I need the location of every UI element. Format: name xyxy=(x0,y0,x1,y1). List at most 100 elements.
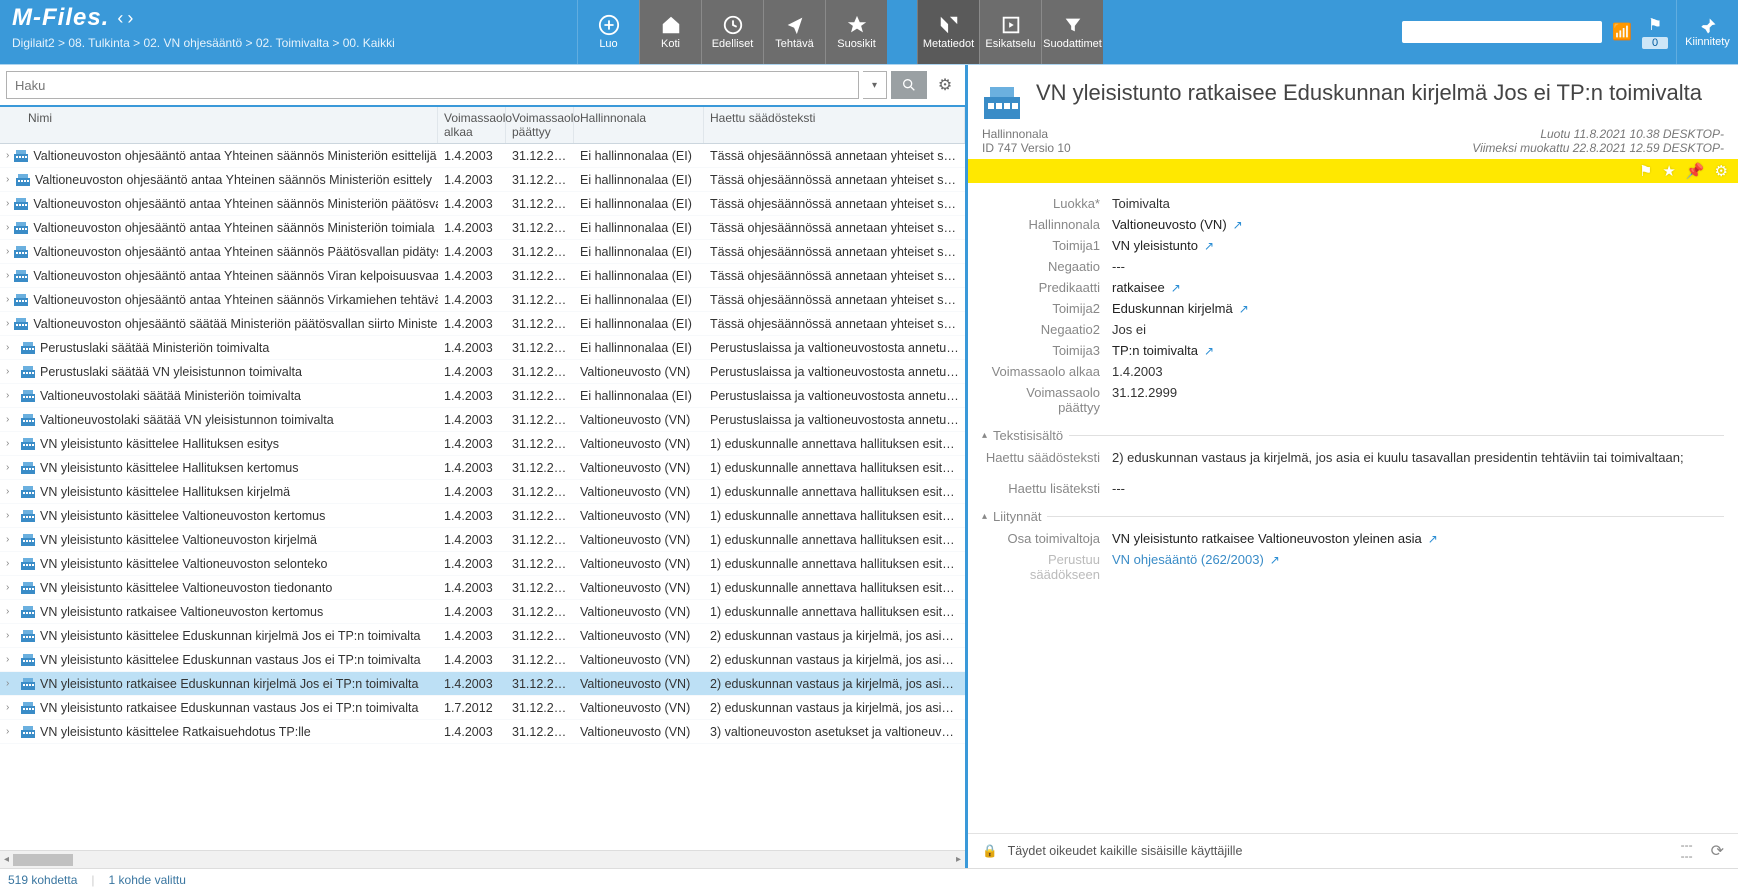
table-row[interactable]: ›VN yleisistunto ratkaisee Eduskunnan ki… xyxy=(0,672,965,696)
expand-icon[interactable]: › xyxy=(6,726,16,737)
value-toimija1[interactable]: VN yleisistunto xyxy=(1112,238,1198,253)
collapse-icon[interactable]: ▴ xyxy=(982,511,987,522)
table-row[interactable]: ›Valtioneuvoston ohjesääntö antaa Yhtein… xyxy=(0,240,965,264)
expand-icon[interactable]: › xyxy=(6,678,16,689)
table-row[interactable]: ›Valtioneuvoston ohjesääntö antaa Yhtein… xyxy=(0,264,965,288)
expand-icon[interactable]: › xyxy=(6,366,16,377)
home-button[interactable]: Koti xyxy=(639,0,701,64)
table-row[interactable]: ›Valtioneuvoston ohjesääntö antaa Yhtein… xyxy=(0,192,965,216)
open-icon[interactable]: ↗ xyxy=(1428,532,1438,546)
nav-forward-icon[interactable]: › xyxy=(127,8,133,29)
flag-icon[interactable]: ⚑ xyxy=(1648,15,1662,35)
value-toimija3[interactable]: TP:n toimivalta xyxy=(1112,343,1198,358)
table-row[interactable]: ›VN yleisistunto ratkaisee Valtioneuvost… xyxy=(0,600,965,624)
pinned-button[interactable]: Kiinnitety xyxy=(1676,0,1738,64)
expand-icon[interactable]: › xyxy=(6,654,16,665)
breadcrumb-item[interactable]: 02. VN ohjesääntö xyxy=(143,36,242,50)
search-button[interactable] xyxy=(891,71,927,99)
value-hallinnonala[interactable]: Valtioneuvosto (VN) xyxy=(1112,217,1227,232)
table-row[interactable]: ›Perustuslaki säätää VN yleisistunnon to… xyxy=(0,360,965,384)
filters-tab[interactable]: Suodattimet xyxy=(1041,0,1103,64)
nav-back-icon[interactable]: ‹ xyxy=(117,8,123,29)
breadcrumb-item[interactable]: 00. Kaikki xyxy=(343,36,395,50)
table-row[interactable]: ›Perustuslaki säätää Ministeriön toimiva… xyxy=(0,336,965,360)
expand-icon[interactable]: › xyxy=(6,510,16,521)
col-voimassa-paattyy[interactable]: Voimassaolo päättyy xyxy=(506,107,574,143)
open-icon[interactable]: ↗ xyxy=(1204,344,1214,358)
pin-action-icon[interactable]: 📌 xyxy=(1686,162,1705,180)
table-row[interactable]: ›Valtioneuvostolaki säätää VN yleisistun… xyxy=(0,408,965,432)
col-haettu[interactable]: Haettu säädösteksti xyxy=(704,107,965,143)
table-row[interactable]: ›VN yleisistunto käsittelee Valtioneuvos… xyxy=(0,552,965,576)
preview-tab[interactable]: Esikatselu xyxy=(979,0,1041,64)
table-row[interactable]: ›Valtioneuvoston ohjesääntö säätää Minis… xyxy=(0,312,965,336)
expand-icon[interactable]: › xyxy=(6,486,16,497)
col-name[interactable]: Nimi xyxy=(0,107,438,143)
table-row[interactable]: ›VN yleisistunto käsittelee Hallituksen … xyxy=(0,456,965,480)
breadcrumb-item[interactable]: 02. Toimivalta xyxy=(256,36,329,50)
table-row[interactable]: ›Valtioneuvoston ohjesääntö antaa Yhtein… xyxy=(0,144,965,168)
table-row[interactable]: ›Valtioneuvoston ohjesääntö antaa Yhtein… xyxy=(0,168,965,192)
signal-icon[interactable]: 📶 xyxy=(1612,22,1632,42)
table-row[interactable]: ›VN yleisistunto käsittelee Eduskunnan k… xyxy=(0,624,965,648)
expand-icon[interactable]: › xyxy=(6,150,9,161)
expand-icon[interactable]: › xyxy=(6,222,9,233)
metadata-tab[interactable]: Metatiedot xyxy=(917,0,979,64)
value-toimija2[interactable]: Eduskunnan kirjelmä xyxy=(1112,301,1233,316)
expand-icon[interactable]: › xyxy=(6,174,11,185)
breadcrumb-item[interactable]: 08. Tulkinta xyxy=(68,36,129,50)
search-input[interactable] xyxy=(6,71,859,99)
expand-icon[interactable]: › xyxy=(6,438,16,449)
breadcrumb-item[interactable]: Digilait2 xyxy=(12,36,55,50)
open-icon[interactable]: ↗ xyxy=(1233,218,1243,232)
table-row[interactable]: ›Valtioneuvoston ohjesääntö antaa Yhtein… xyxy=(0,288,965,312)
expand-icon[interactable]: › xyxy=(6,246,9,257)
search-dropdown[interactable]: ▾ xyxy=(863,71,887,99)
table-row[interactable]: ›VN yleisistunto käsittelee Hallituksen … xyxy=(0,432,965,456)
open-icon[interactable]: ↗ xyxy=(1171,281,1181,295)
expand-icon[interactable]: › xyxy=(6,342,16,353)
table-row[interactable]: ›Valtioneuvoston ohjesääntö antaa Yhtein… xyxy=(0,216,965,240)
col-voimassa-alkaa[interactable]: Voimassaolo alkaa xyxy=(438,107,506,143)
col-hallinnonala[interactable]: Hallinnonala xyxy=(574,107,704,143)
create-button[interactable]: Luo xyxy=(577,0,639,64)
table-row[interactable]: ›VN yleisistunto käsittelee Valtioneuvos… xyxy=(0,504,965,528)
open-icon[interactable]: ↗ xyxy=(1204,239,1214,253)
expand-icon[interactable]: › xyxy=(6,606,16,617)
gear-action-icon[interactable]: ⚙ xyxy=(1715,162,1728,180)
table-row[interactable]: ›VN yleisistunto käsittelee Eduskunnan v… xyxy=(0,648,965,672)
expand-icon[interactable]: › xyxy=(6,198,9,209)
expand-icon[interactable]: › xyxy=(6,318,9,329)
expand-icon[interactable]: › xyxy=(6,462,16,473)
expand-icon[interactable]: › xyxy=(6,582,16,593)
expand-icon[interactable]: › xyxy=(6,534,16,545)
expand-icon[interactable]: › xyxy=(6,558,16,569)
search-options-icon[interactable]: ⚙ xyxy=(931,71,959,99)
table-row[interactable]: ›VN yleisistunto käsittelee Ratkaisuehdo… xyxy=(0,720,965,744)
expand-icon[interactable]: › xyxy=(6,270,9,281)
table-row[interactable]: ›VN yleisistunto käsittelee Valtioneuvos… xyxy=(0,576,965,600)
recent-button[interactable]: Edelliset xyxy=(701,0,763,64)
expand-icon[interactable]: › xyxy=(6,294,9,305)
open-icon[interactable]: ↗ xyxy=(1239,302,1249,316)
horizontal-scrollbar[interactable]: ◂▸ xyxy=(0,850,965,868)
tasks-button[interactable]: Tehtävä xyxy=(763,0,825,64)
table-row[interactable]: ›VN yleisistunto käsittelee Valtioneuvos… xyxy=(0,528,965,552)
value-osa-toimivaltoja[interactable]: VN yleisistunto ratkaisee Valtioneuvosto… xyxy=(1112,531,1422,546)
expand-icon[interactable]: › xyxy=(6,414,16,425)
listing-pane: ▾ ⚙ Nimi Voimassaolo alkaa Voimassaolo p… xyxy=(0,65,968,868)
table-row[interactable]: ›VN yleisistunto ratkaisee Eduskunnan va… xyxy=(0,696,965,720)
value-predikaatti[interactable]: ratkaisee xyxy=(1112,280,1165,295)
favorites-button[interactable]: Suosikit xyxy=(825,0,887,64)
expand-icon[interactable]: › xyxy=(6,702,16,713)
value-perustuu[interactable]: VN ohjesääntö (262/2003) xyxy=(1112,552,1264,567)
expand-icon[interactable]: › xyxy=(6,390,16,401)
open-icon[interactable]: ↗ xyxy=(1270,553,1280,567)
table-row[interactable]: ›VN yleisistunto käsittelee Hallituksen … xyxy=(0,480,965,504)
expand-icon[interactable]: › xyxy=(6,630,16,641)
refresh-icon[interactable]: ⟳ xyxy=(1711,841,1724,861)
flag-action-icon[interactable]: ⚑ xyxy=(1639,162,1652,180)
table-row[interactable]: ›Valtioneuvostolaki säätää Ministeriön t… xyxy=(0,384,965,408)
star-action-icon[interactable]: ★ xyxy=(1662,162,1675,180)
collapse-icon[interactable]: ▴ xyxy=(982,430,987,441)
